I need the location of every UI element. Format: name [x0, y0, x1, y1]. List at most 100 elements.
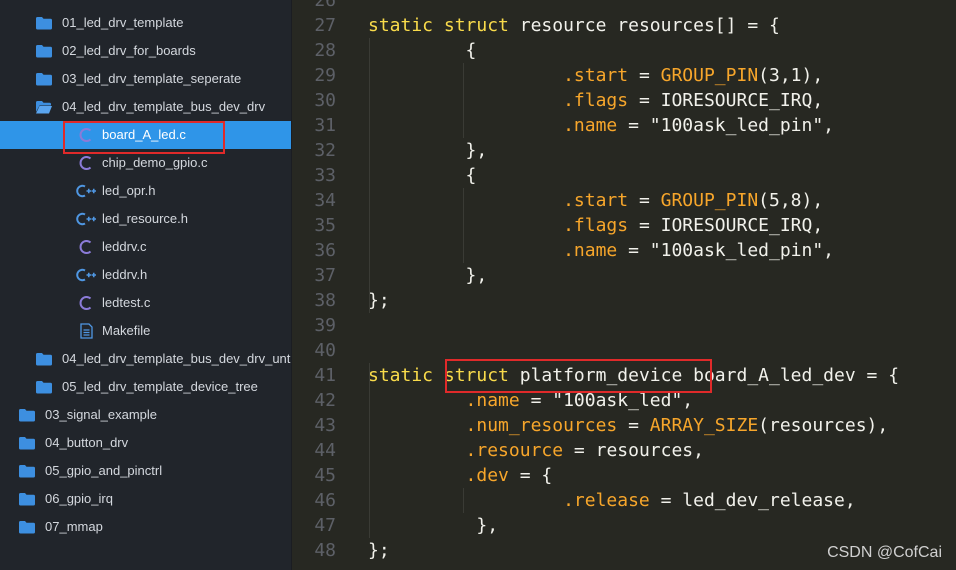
code-token: (5,8),	[758, 190, 824, 211]
line-number: 28	[314, 40, 336, 61]
tree-file-item[interactable]: leddrv.h	[0, 261, 291, 289]
code-token: =	[617, 415, 650, 436]
line-number: 44	[314, 440, 336, 461]
code-line[interactable]: 45 .dev = {	[292, 463, 956, 488]
tree-file-item[interactable]: board_A_led.c	[0, 121, 291, 149]
tree-item-label: 01_led_drv_template	[62, 15, 184, 30]
header-file-icon	[76, 211, 96, 227]
code-line[interactable]: 33 {	[292, 163, 956, 188]
tree-folder-item[interactable]: 07_mmap	[0, 513, 291, 541]
keyword-token: struct	[443, 365, 509, 386]
code-token: ,	[682, 390, 694, 411]
tree-item-label: 07_mmap	[45, 519, 103, 534]
tree-item-label: 05_gpio_and_pinctrl	[45, 463, 163, 478]
code-line[interactable]: 32 },	[292, 138, 956, 163]
folder-icon	[36, 351, 52, 367]
code-text: .resource = resources,	[368, 438, 704, 463]
tree-folder-item[interactable]: 03_signal_example	[0, 401, 291, 429]
field-token: .flags	[563, 90, 629, 111]
code-line[interactable]: 34 .start = GROUP_PIN(5,8),	[292, 188, 956, 213]
code-line[interactable]: 35 .flags = IORESOURCE_IRQ,	[292, 213, 956, 238]
line-number: 45	[314, 465, 336, 486]
code-line[interactable]: 31 .name = "100ask_led_pin",	[292, 113, 956, 138]
code-token: },	[368, 265, 488, 286]
code-line[interactable]: 46 .release = led_dev_release,	[292, 488, 956, 513]
field-token: .start	[563, 65, 629, 86]
indent-guide	[369, 363, 370, 538]
field-token: .dev	[465, 465, 509, 486]
code-line[interactable]: 36 .name = "100ask_led_pin",	[292, 238, 956, 263]
tree-item-label: leddrv.c	[102, 239, 147, 254]
code-line[interactable]: 40	[292, 338, 956, 363]
code-line[interactable]: 28 {	[292, 38, 956, 63]
tree-folder-item[interactable]: 05_gpio_and_pinctrl	[0, 457, 291, 485]
keyword-token: struct	[443, 15, 509, 36]
code-text: .release = led_dev_release,	[368, 488, 856, 513]
tree-folder-item[interactable]: 04_button_drv	[0, 429, 291, 457]
field-token: .start	[563, 190, 629, 211]
c-file-icon	[78, 127, 94, 143]
code-line[interactable]: 44 .resource = resources,	[292, 438, 956, 463]
tree-folder-item[interactable]: 06_gpio_irq	[0, 485, 291, 513]
tree-file-item[interactable]: leddrv.c	[0, 233, 291, 261]
code-line[interactable]: 47 },	[292, 513, 956, 538]
code-token: =	[519, 390, 553, 411]
tree-folder-item[interactable]: 05_led_drv_template_device_tree	[0, 373, 291, 401]
code-line[interactable]: 26	[292, 0, 956, 13]
code-line[interactable]: 29 .start = GROUP_PIN(3,1),	[292, 63, 956, 88]
code-line[interactable]: 43 .num_resources = ARRAY_SIZE(resources…	[292, 413, 956, 438]
tree-folder-item[interactable]: 04_led_drv_template_bus_dev_drv	[0, 93, 291, 121]
line-number: 29	[314, 65, 336, 86]
line-number: 42	[314, 390, 336, 411]
tree-file-item[interactable]: Makefile	[0, 317, 291, 345]
code-text: },	[368, 513, 498, 538]
code-line[interactable]: 38};	[292, 288, 956, 313]
code-line[interactable]: 41 static struct platform_device board_A_…	[292, 363, 956, 388]
code-token: {	[368, 165, 477, 186]
tree-item-label: board_A_led.c	[102, 127, 186, 142]
tree-file-item[interactable]: ledtest.c	[0, 289, 291, 317]
code-text: .start = GROUP_PIN(3,1),	[368, 63, 823, 88]
line-number: 33	[314, 165, 336, 186]
code-text: };	[368, 288, 390, 313]
tree-item-label: 02_led_drv_for_boards	[62, 43, 196, 58]
tree-item-label: 05_led_drv_template_device_tree	[62, 379, 258, 394]
keyword-token: static	[368, 15, 434, 36]
code-token: (resources),	[758, 415, 889, 436]
code-token: (3,1),	[758, 65, 824, 86]
tree-folder-item[interactable]: 03_led_drv_template_seperate	[0, 65, 291, 93]
code-line[interactable]: 42 .name = "100ask_led",	[292, 388, 956, 413]
tree-folder-item[interactable]: 04_led_drv_template_bus_dev_drv_unt	[0, 345, 291, 373]
code-text: };	[368, 538, 390, 563]
tree-item-label: 06_gpio_irq	[45, 491, 113, 506]
code-editor[interactable]: 26 27 static struct resource resources[] =…	[292, 0, 956, 570]
tree-folder-item[interactable]: 01_led_drv_template	[0, 9, 291, 37]
code-line[interactable]: 37 },	[292, 263, 956, 288]
file-explorer-sidebar: 01_led_drv_template 02_led_drv_for_boards…	[0, 0, 291, 570]
header-file-icon	[76, 267, 96, 283]
tree-file-item[interactable]: chip_demo_gpio.c	[0, 149, 291, 177]
line-number: 31	[314, 115, 336, 136]
code-line[interactable]: 30 .flags = IORESOURCE_IRQ,	[292, 88, 956, 113]
line-number: 37	[314, 265, 336, 286]
field-token: .name	[563, 240, 618, 261]
line-number: 26	[314, 0, 336, 11]
code-text: .name = "100ask_led",	[368, 388, 694, 413]
folder-icon	[36, 15, 52, 31]
macro-token: ARRAY_SIZE	[649, 415, 759, 436]
code-line[interactable]: 27 static struct resource resources[] = {	[292, 13, 956, 38]
code-line[interactable]: 39	[292, 313, 956, 338]
code-token: = resources,	[563, 440, 704, 461]
tree-item-label: leddrv.h	[102, 267, 148, 282]
tree-folder-item[interactable]: 02_led_drv_for_boards	[0, 37, 291, 65]
tree-file-item[interactable]: led_resource.h	[0, 205, 291, 233]
c-file-icon	[78, 295, 94, 311]
line-number: 46	[314, 490, 336, 511]
folder-icon	[36, 379, 52, 395]
code-text: {	[368, 38, 477, 63]
tree-file-item[interactable]: led_opr.h	[0, 177, 291, 205]
indent-guide	[369, 38, 370, 313]
